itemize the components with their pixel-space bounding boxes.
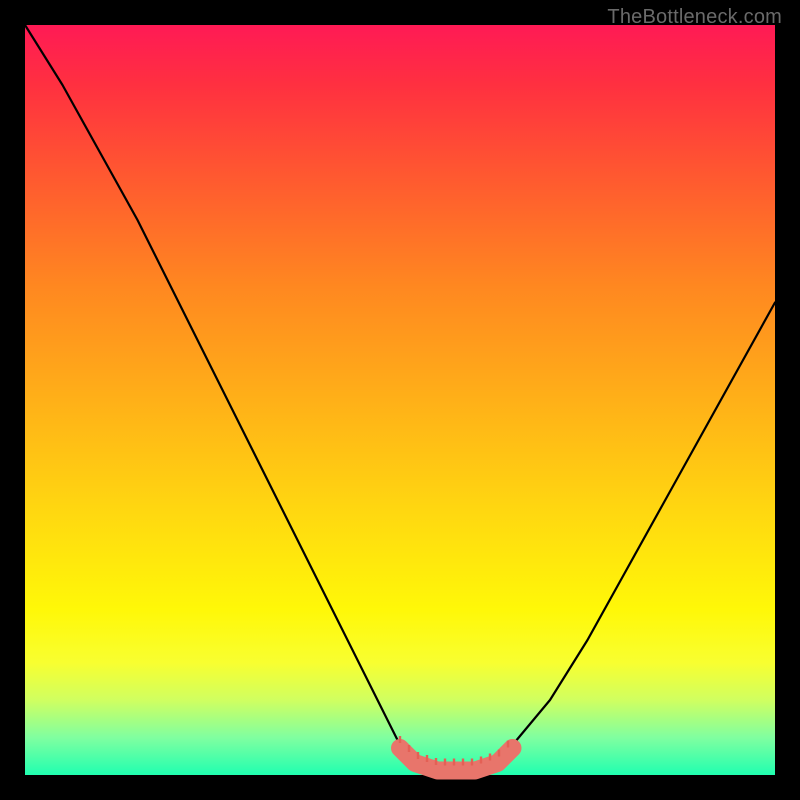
plot-area: [25, 25, 775, 775]
optimal-range-highlight: [400, 748, 513, 771]
chart-frame: TheBottleneck.com: [0, 0, 800, 800]
watermark-text: TheBottleneck.com: [607, 6, 782, 29]
bottleneck-curve: [25, 25, 775, 768]
bottleneck-curve-svg: [25, 25, 775, 775]
